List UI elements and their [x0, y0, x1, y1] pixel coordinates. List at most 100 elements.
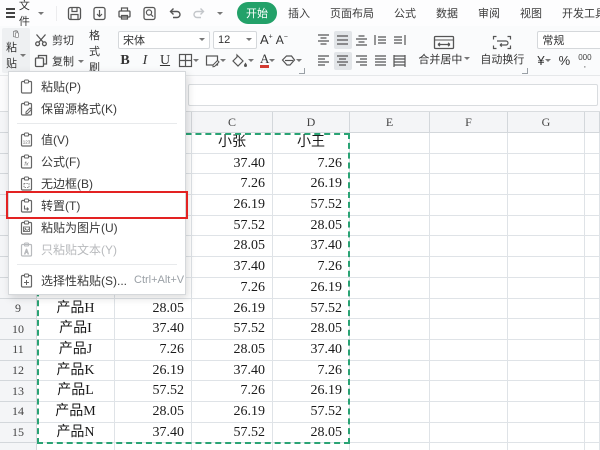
tab-2[interactable]: 页面布局: [321, 2, 383, 24]
menu-item-paste[interactable]: 粘贴(P): [9, 75, 185, 97]
cell-F15[interactable]: [430, 423, 508, 444]
cell-F7[interactable]: [430, 257, 508, 278]
cell-H12[interactable]: [585, 361, 600, 382]
wrap-text-button[interactable]: 自动换行: [475, 26, 529, 75]
cell-C2[interactable]: 37.40: [192, 154, 273, 175]
cell-C15[interactable]: 57.52: [192, 423, 273, 444]
cell-E7[interactable]: [350, 257, 430, 278]
cell-H15[interactable]: [585, 423, 600, 444]
cut-button[interactable]: 剪切: [34, 31, 84, 48]
cell-E15[interactable]: [350, 423, 430, 444]
cell-F12[interactable]: [430, 361, 508, 382]
eraser-button[interactable]: [281, 54, 302, 67]
align-center-button[interactable]: [334, 52, 352, 70]
cell-E6[interactable]: [350, 236, 430, 257]
cell-D13[interactable]: 26.19: [273, 381, 350, 402]
cell-C6[interactable]: 28.05: [192, 236, 273, 257]
cell-D8[interactable]: 26.19: [273, 278, 350, 299]
increase-indent-button[interactable]: [391, 31, 409, 49]
font-color-button[interactable]: A: [260, 53, 275, 68]
print-preview-icon[interactable]: [142, 6, 157, 21]
undo-icon[interactable]: [167, 6, 182, 21]
cell-A9[interactable]: 产品H: [37, 299, 115, 320]
cell-A15[interactable]: 产品N: [37, 423, 115, 444]
cell-F2[interactable]: [430, 154, 508, 175]
cell-D5[interactable]: 28.05: [273, 216, 350, 237]
col-header-F[interactable]: F: [430, 112, 508, 133]
cell-F6[interactable]: [430, 236, 508, 257]
borders-button[interactable]: [178, 53, 199, 68]
cell-C14[interactable]: 26.19: [192, 402, 273, 423]
cell-E2[interactable]: [350, 154, 430, 175]
cell-D7[interactable]: 7.26: [273, 257, 350, 278]
cell-H14[interactable]: [585, 402, 600, 423]
col-header-C[interactable]: C: [192, 112, 273, 133]
row-header-12[interactable]: 12: [0, 361, 37, 382]
cell-G1[interactable]: [508, 133, 585, 154]
cell-D6[interactable]: 37.40: [273, 236, 350, 257]
cell-H6[interactable]: [585, 236, 600, 257]
cell-H8[interactable]: [585, 278, 600, 299]
align-bottom-button[interactable]: [353, 31, 371, 49]
cell-D9[interactable]: 57.52: [273, 299, 350, 320]
menu-item-keep-source-format[interactable]: 保留源格式(K): [9, 97, 185, 119]
cell-F16[interactable]: [430, 443, 508, 450]
alignment-dialog-launcher[interactable]: [522, 68, 528, 74]
cell-D14[interactable]: 57.52: [273, 402, 350, 423]
decrease-font-icon[interactable]: A−: [276, 33, 288, 47]
cell-E5[interactable]: [350, 216, 430, 237]
font-dialog-launcher[interactable]: [299, 68, 305, 74]
cell-F10[interactable]: [430, 319, 508, 340]
cell-C1[interactable]: 小张: [192, 133, 273, 154]
cell-A12[interactable]: 产品K: [37, 361, 115, 382]
cell-A10[interactable]: 产品I: [37, 319, 115, 340]
row-header-13[interactable]: 13: [0, 381, 37, 402]
cell-C13[interactable]: 7.26: [192, 381, 273, 402]
cell-E11[interactable]: [350, 340, 430, 361]
cell-H4[interactable]: [585, 195, 600, 216]
cell-G6[interactable]: [508, 236, 585, 257]
cell-E8[interactable]: [350, 278, 430, 299]
decrease-indent-button[interactable]: [372, 31, 390, 49]
cell-E3[interactable]: [350, 174, 430, 195]
cell-G2[interactable]: [508, 154, 585, 175]
redo-icon[interactable]: [192, 6, 207, 21]
copy-button[interactable]: 复制: [34, 53, 84, 70]
tab-1[interactable]: 插入: [279, 2, 319, 24]
row-header-9[interactable]: 9: [0, 299, 37, 320]
cell-H7[interactable]: [585, 257, 600, 278]
cell-D15[interactable]: 28.05: [273, 423, 350, 444]
cell-G12[interactable]: [508, 361, 585, 382]
menu-item-paste-as-picture[interactable]: 粘贴为图片(U): [9, 216, 185, 238]
cell-G10[interactable]: [508, 319, 585, 340]
cell-D1[interactable]: 小王: [273, 133, 350, 154]
cell-C4[interactable]: 26.19: [192, 195, 273, 216]
cell-B14[interactable]: 28.05: [115, 402, 192, 423]
cell-C11[interactable]: 28.05: [192, 340, 273, 361]
cell-B12[interactable]: 26.19: [115, 361, 192, 382]
cell-D10[interactable]: 28.05: [273, 319, 350, 340]
cell-B9[interactable]: 28.05: [115, 299, 192, 320]
thousands-separator-button[interactable]: 000,: [578, 54, 591, 68]
cell-A11[interactable]: 产品J: [37, 340, 115, 361]
cell-H2[interactable]: [585, 154, 600, 175]
cell-G7[interactable]: [508, 257, 585, 278]
font-size-select[interactable]: 12: [213, 31, 257, 49]
cell-G8[interactable]: [508, 278, 585, 299]
cell-D3[interactable]: 26.19: [273, 174, 350, 195]
cell-G4[interactable]: [508, 195, 585, 216]
row-header-10[interactable]: 10: [0, 319, 37, 340]
distributed-button[interactable]: [391, 52, 409, 70]
col-header-D[interactable]: D: [273, 112, 350, 133]
cell-G3[interactable]: [508, 174, 585, 195]
cell-E10[interactable]: [350, 319, 430, 340]
font-name-select[interactable]: 宋体: [118, 31, 210, 49]
cell-D12[interactable]: 7.26: [273, 361, 350, 382]
menu-item-no-border[interactable]: 无边框(B): [9, 172, 185, 194]
cell-E1[interactable]: [350, 133, 430, 154]
cell-H1[interactable]: [585, 133, 600, 154]
cell-C9[interactable]: 26.19: [192, 299, 273, 320]
bold-button[interactable]: B: [118, 53, 132, 69]
cell-F8[interactable]: [430, 278, 508, 299]
cell-F9[interactable]: [430, 299, 508, 320]
